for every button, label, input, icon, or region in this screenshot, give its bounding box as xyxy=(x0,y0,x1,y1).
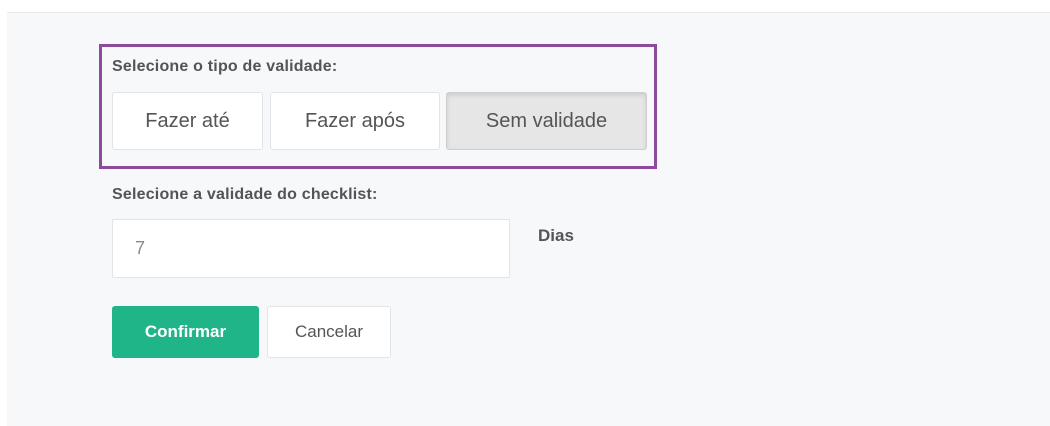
days-input[interactable] xyxy=(112,219,510,278)
validity-type-label: Selecione o tipo de validade: xyxy=(112,58,338,75)
option-fazer-apos-button[interactable]: Fazer após xyxy=(270,92,440,150)
confirm-button[interactable]: Confirmar xyxy=(112,306,259,358)
checklist-validity-label: Selecione a validade do checklist: xyxy=(112,186,378,203)
cancel-button[interactable]: Cancelar xyxy=(267,306,391,358)
days-unit-label: Dias xyxy=(538,226,574,245)
option-sem-validade-button[interactable]: Sem validade xyxy=(446,92,647,150)
option-fazer-ate-button[interactable]: Fazer até xyxy=(112,92,263,150)
